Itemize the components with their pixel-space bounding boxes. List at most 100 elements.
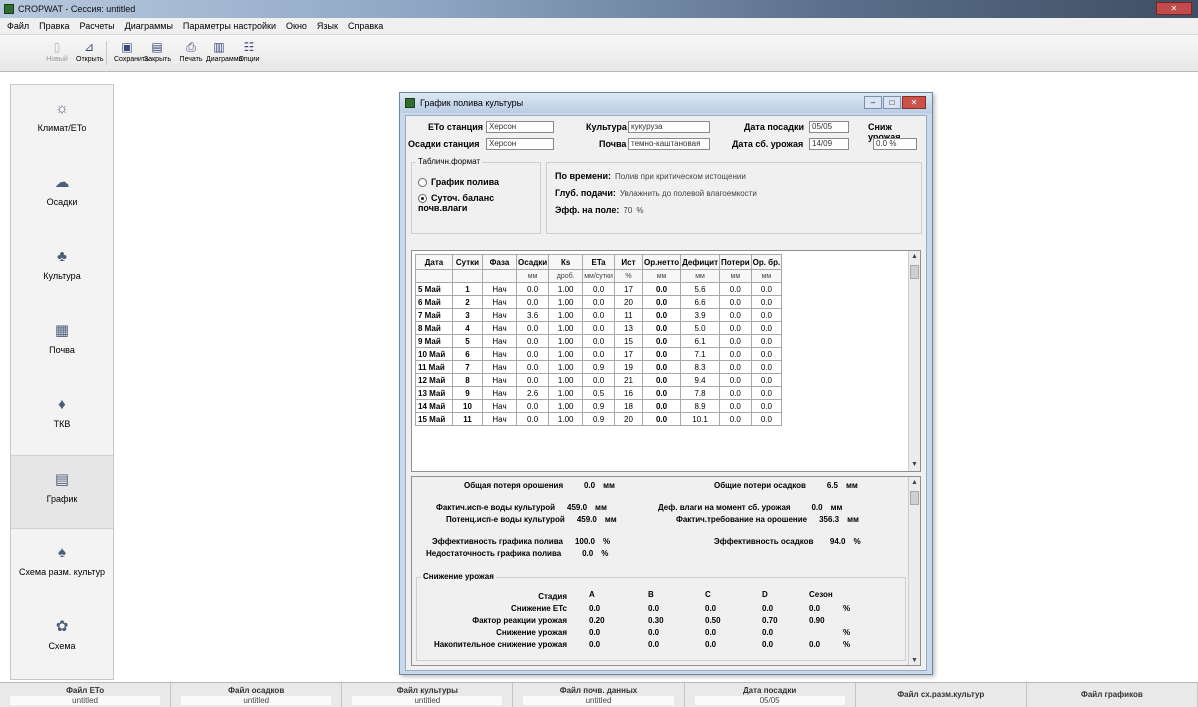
dialog-titlebar: График полива культуры – □ ✕ xyxy=(400,93,932,113)
table-cell: 4 xyxy=(452,321,483,335)
table-row[interactable]: 12 Май 8 Нач 0.0 1.00 0.0 21 0.0 9.4 0.0 0.0 xyxy=(415,373,783,387)
table-cell: 0.5 xyxy=(582,386,615,400)
table-cell: Нач xyxy=(482,386,517,400)
table-row[interactable]: 6 Май 2 Нач 0.0 1.00 0.0 20 0.0 6.6 0.0 0.0 xyxy=(415,295,783,309)
window-close-button[interactable]: ✕ xyxy=(1156,2,1192,15)
table-scrollbar[interactable]: ▲ ▼ xyxy=(908,251,920,471)
menu-edit[interactable]: Правка xyxy=(34,21,74,31)
print-icon: ⎙ xyxy=(186,40,196,54)
new-button[interactable]: ▯ Новый xyxy=(44,38,70,69)
table-row[interactable]: 13 Май 9 Нач 2.6 1.00 0.5 16 0.0 7.8 0.0 0.0 xyxy=(415,386,783,400)
table-row[interactable]: 14 Май 10 Нач 0.0 1.00 0.9 18 0.0 8.9 0.0 0.0 xyxy=(415,399,783,413)
radio-irrigation-schedule[interactable]: График полива xyxy=(418,177,499,188)
menu-charts[interactable]: Диаграммы xyxy=(120,21,178,31)
table-cell: 17 xyxy=(613,347,643,361)
table-cell: 0.9 xyxy=(582,412,615,426)
menu-language[interactable]: Язык xyxy=(312,21,343,31)
rain-station-field: Херсон xyxy=(486,138,554,150)
table-cell: 11 xyxy=(452,412,483,426)
table-row[interactable]: 9 Май 5 Нач 0.0 1.00 0.0 15 0.0 6.1 0.0 0.0 xyxy=(415,334,783,348)
table-cell: 1.00 xyxy=(548,282,584,296)
yield-value: 0.0 xyxy=(648,640,660,649)
menu-help[interactable]: Справка xyxy=(343,21,388,31)
table-cell: 5.0 xyxy=(680,321,721,335)
table-cell: 0.0 xyxy=(641,347,682,361)
rain-station-label: Осадки станция xyxy=(408,139,480,149)
stage-label: Стадия xyxy=(538,592,567,601)
menu-window[interactable]: Окно xyxy=(281,21,312,31)
table-cell: 1.00 xyxy=(548,295,584,309)
close-file-button[interactable]: ▤ Закрыть xyxy=(144,38,171,69)
close-file-icon: ▤ xyxy=(151,40,163,54)
summary-scroll-up-icon[interactable]: ▲ xyxy=(909,477,920,489)
sidebar-item-rain[interactable]: ☁ Осадки xyxy=(11,159,113,233)
schedule-efficiency-row: Эффективность графика полива 100.0% xyxy=(432,537,611,546)
soil-field: темно-каштановая xyxy=(628,138,710,150)
table-cell: 0.0 xyxy=(750,347,783,361)
open-button[interactable]: ⊿ Открыть xyxy=(76,38,104,69)
minimize-button[interactable]: – xyxy=(864,96,882,109)
table-cell: Нач xyxy=(482,308,517,322)
column-unit xyxy=(482,269,517,283)
table-cell: 0.0 xyxy=(515,321,550,335)
sidebar-item-soil[interactable]: ▦ Почва xyxy=(11,307,113,381)
table-cell: 6.1 xyxy=(680,334,721,348)
status-value: 05/05 xyxy=(694,695,845,705)
soil-icon: ▦ xyxy=(54,322,70,339)
menu-settings[interactable]: Параметры настройки xyxy=(178,21,281,31)
table-row[interactable]: 8 Май 4 Нач 0.0 1.00 0.0 13 0.0 5.0 0.0 0.0 xyxy=(415,321,783,335)
table-cell: 20 xyxy=(613,412,643,426)
total-rain-loss-row: Общие потери осадков 6.5 мм xyxy=(714,481,858,490)
options-button[interactable]: ☷ Опции xyxy=(236,38,262,69)
sidebar-item-cwr[interactable]: ♦ ТКВ xyxy=(11,381,113,455)
menu-file[interactable]: Файл xyxy=(2,21,34,31)
column-unit xyxy=(452,269,483,283)
yield-value: 0.0 xyxy=(589,640,601,649)
planting-date-field: 05/05 xyxy=(809,121,849,133)
save-button[interactable]: ▣ Сохранить xyxy=(114,38,149,69)
chart-button[interactable]: ▥ Диаграмма xyxy=(206,38,242,69)
scroll-up-icon[interactable]: ▲ xyxy=(909,251,920,263)
sidebar-item-scheme[interactable]: ✿ Схема xyxy=(11,603,113,677)
actual-water-use-row: Фактич.исп-е воды культурой 459.0 мм xyxy=(436,503,607,512)
sidebar-item-crop-pattern[interactable]: ♠ Схема разм. культур xyxy=(11,529,113,603)
status-label: Файл почв. данных xyxy=(559,685,638,695)
crop-label: Культура xyxy=(586,122,627,132)
yield-row-label: Накопительное снижение урожая xyxy=(433,640,567,649)
table-cell: 1.00 xyxy=(548,334,584,348)
table-row[interactable]: 10 Май 6 Нач 0.0 1.00 0.0 17 0.0 7.1 0.0 0.0 xyxy=(415,347,783,361)
stage-b: B xyxy=(648,590,654,599)
row-date: 7 Май xyxy=(415,308,453,322)
summary-scroll-down-icon[interactable]: ▼ xyxy=(909,655,920,665)
radio-daily-soil-balance[interactable]: Суточ. баланс почв.влаги xyxy=(418,193,540,213)
column-unit: мм xyxy=(515,269,550,283)
table-row[interactable]: 11 Май 7 Нач 0.0 1.00 0.9 19 0.0 8.3 0.0 0.0 xyxy=(415,360,783,374)
stage-a: A xyxy=(589,590,595,599)
scroll-thumb[interactable] xyxy=(910,265,919,279)
sidebar-item-schedule[interactable]: ▤ График xyxy=(11,455,113,529)
table-cell: 10.1 xyxy=(680,412,721,426)
menu-calculations[interactable]: Расчеты xyxy=(75,21,120,31)
summary-scrollbar[interactable]: ▲ ▼ xyxy=(908,477,920,665)
dialog-body: ETo станция Херсон Культура кукуруза Дат… xyxy=(405,115,927,671)
sidebar-item-climate[interactable]: ☼ Климат/ETo xyxy=(11,85,113,159)
table-row[interactable]: 5 Май 1 Нач 0.0 1.00 0.0 17 0.0 5.6 0.0 0.0 xyxy=(415,282,783,296)
table-row[interactable]: 7 Май 3 Нач 3.6 1.00 0.0 11 0.0 3.9 0.0 0.0 xyxy=(415,308,783,322)
table-cell: 0.0 xyxy=(719,321,752,335)
table-cell: 7.8 xyxy=(680,386,721,400)
table-row[interactable]: 15 Май 11 Нач 0.0 1.00 0.9 20 0.0 10.1 0.0 0.0 xyxy=(415,412,783,426)
maximize-button[interactable]: □ xyxy=(883,96,901,109)
table-cell: 0.0 xyxy=(750,282,783,296)
depth-row: Глуб. подачи: Увлажнить до полевой влагое… xyxy=(555,188,757,198)
yield-unit: % xyxy=(843,640,851,649)
sidebar-item-crop[interactable]: ♣ Культура xyxy=(11,233,113,307)
scroll-down-icon[interactable]: ▼ xyxy=(909,459,920,471)
status-bar: Файл ETo untitled Файл осадков untitled Файл… xyxy=(0,682,1198,707)
yield-reduction-legend: Снижение урожая xyxy=(421,572,496,581)
dialog-close-button[interactable]: ✕ xyxy=(902,96,926,109)
status-value: untitled xyxy=(352,695,503,705)
summary-scroll-thumb[interactable] xyxy=(910,491,919,505)
table-cell: 0.0 xyxy=(515,399,550,413)
print-button[interactable]: ⎙ Печать xyxy=(178,38,204,69)
daily-balance-table[interactable]: Дата Сутки Фаза Осадки Кs ETa Ист Ор.нетто Дефиц… xyxy=(411,250,921,472)
